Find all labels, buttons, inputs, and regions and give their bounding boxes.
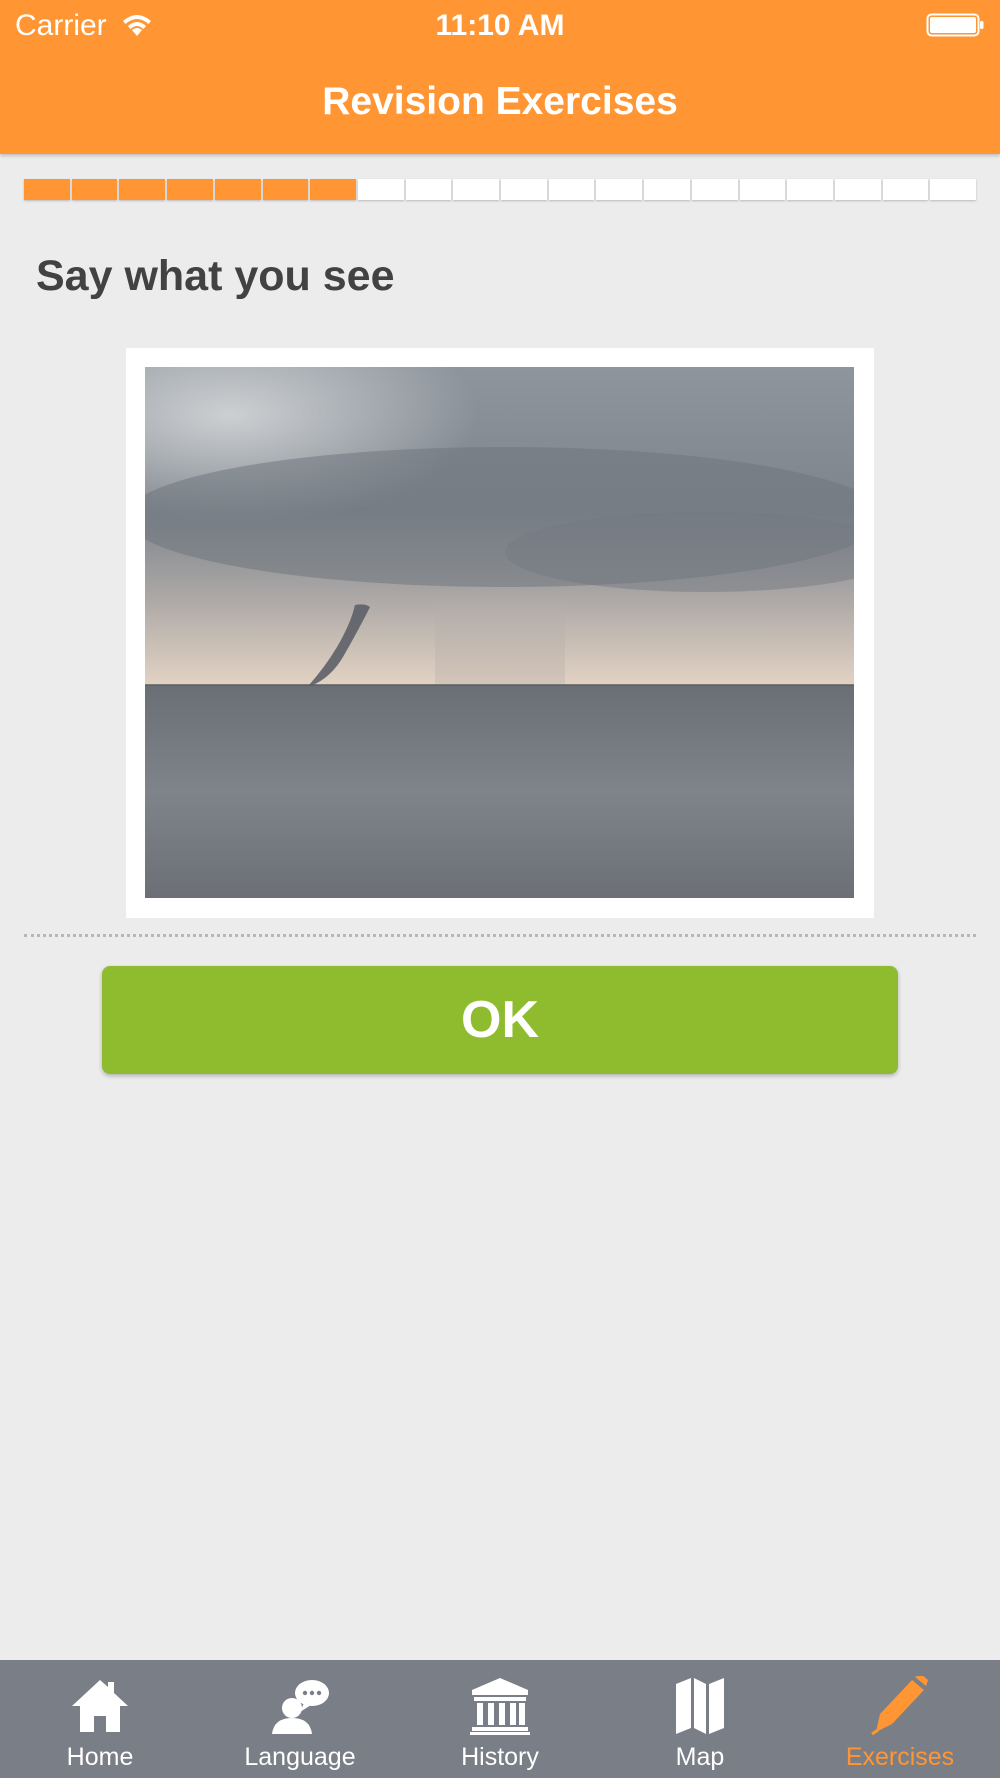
progress-segment-pending — [834, 179, 881, 200]
tab-map[interactable]: Map — [600, 1660, 800, 1778]
page-title: Revision Exercises — [322, 80, 678, 123]
progress-segment-pending — [739, 179, 786, 200]
tab-label-language: Language — [244, 1743, 356, 1771]
dotted-divider — [24, 934, 976, 937]
battery-icon — [926, 13, 984, 37]
progress-segment-complete — [214, 179, 261, 200]
tab-label-map: Map — [675, 1743, 725, 1771]
pencil-icon — [871, 1676, 928, 1736]
progress-segment-pending — [357, 179, 404, 200]
home-icon — [72, 1680, 128, 1732]
progress-segment-pending — [501, 179, 547, 200]
tab-bar: Home Language History Map Exercises — [0, 1660, 1000, 1778]
status-time: 11:10 AM — [435, 9, 565, 42]
ok-button[interactable]: OK — [102, 966, 898, 1074]
tab-home[interactable]: Home — [0, 1660, 200, 1778]
exercise-prompt: Say what you see — [36, 252, 395, 300]
progress-segment-complete — [24, 179, 70, 200]
progress-segment-complete — [167, 179, 213, 200]
progress-segment-pending — [691, 179, 738, 200]
progress-segment-pending — [405, 179, 452, 200]
tab-exercises[interactable]: Exercises — [800, 1660, 1000, 1778]
museum-icon — [470, 1678, 530, 1735]
exercise-image-frame — [126, 348, 874, 918]
header-bar: Carrier 11:10 AM Revision Exercises — [0, 0, 1000, 154]
tab-label-exercises: Exercises — [845, 1743, 955, 1771]
progress-segment-pending — [644, 179, 690, 200]
tab-history[interactable]: History — [400, 1660, 600, 1778]
exercise-progress-bar — [24, 179, 977, 200]
exercise-image — [145, 367, 854, 898]
map-icon — [676, 1678, 724, 1734]
progress-segment-pending — [787, 179, 833, 200]
progress-segment-complete — [119, 179, 166, 200]
tab-language[interactable]: Language — [200, 1660, 400, 1778]
progress-segment-complete — [310, 179, 356, 200]
tab-label-home: Home — [66, 1743, 134, 1771]
progress-segment-complete — [262, 179, 309, 200]
progress-segment-pending — [882, 179, 929, 200]
progress-segment-complete — [71, 179, 118, 200]
progress-segment-pending — [930, 179, 977, 200]
progress-segment-pending — [453, 179, 500, 200]
progress-segment-pending — [548, 179, 595, 200]
speech-person-icon — [272, 1680, 329, 1734]
tab-label-history: History — [461, 1743, 539, 1771]
progress-segment-pending — [596, 179, 643, 200]
